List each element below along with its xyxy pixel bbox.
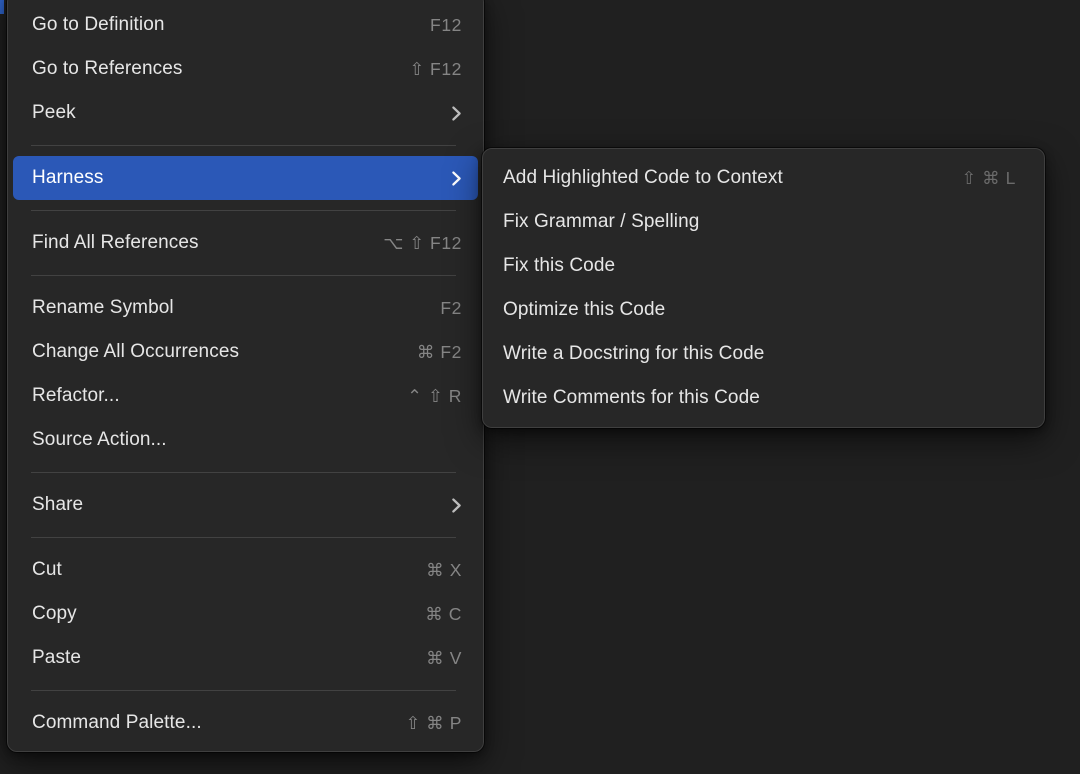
menu-separator bbox=[31, 472, 456, 473]
menu-item-shortcut: ⌘ C bbox=[425, 604, 462, 625]
menu-separator bbox=[31, 145, 456, 146]
submenu-chevron-icon bbox=[451, 105, 462, 122]
menu-item-label: Write a Docstring for this Code bbox=[503, 343, 764, 365]
menu-item-shortcut: ⌘ X bbox=[426, 560, 462, 581]
menu-item-optimize-this-code[interactable]: Optimize this Code bbox=[483, 288, 1044, 332]
menu-item-fix-grammar-spelling[interactable]: Fix Grammar / Spelling bbox=[483, 200, 1044, 244]
harness-submenu: Add Highlighted Code to Context ⇧ ⌘ L Fix … bbox=[482, 148, 1045, 428]
editor-context-menu: Go to Definition F12 Go to References ⇧ F12… bbox=[7, 0, 484, 752]
menu-item-shortcut: ⌃ ⇧ R bbox=[407, 386, 462, 407]
menu-item-label: Add Highlighted Code to Context bbox=[503, 167, 783, 189]
submenu-chevron-icon bbox=[451, 170, 462, 187]
background-selection-fragment bbox=[0, 0, 4, 14]
menu-separator bbox=[31, 690, 456, 691]
menu-item-source-action[interactable]: Source Action... bbox=[8, 418, 483, 462]
menu-item-refactor[interactable]: Refactor... ⌃ ⇧ R bbox=[8, 374, 483, 418]
screen: Go to Definition F12 Go to References ⇧ F12… bbox=[0, 0, 1080, 774]
menu-item-label: Fix Grammar / Spelling bbox=[503, 211, 699, 233]
menu-item-add-highlighted-code-to-context[interactable]: Add Highlighted Code to Context ⇧ ⌘ L bbox=[483, 156, 1044, 200]
menu-item-label: Copy bbox=[32, 603, 77, 625]
menu-separator bbox=[31, 210, 456, 211]
menu-item-label: Share bbox=[32, 494, 83, 516]
menu-item-label: Go to Definition bbox=[32, 14, 165, 36]
menu-item-go-to-references[interactable]: Go to References ⇧ F12 bbox=[8, 47, 483, 91]
menu-item-label: Peek bbox=[32, 102, 76, 124]
menu-item-harness[interactable]: Harness bbox=[13, 156, 478, 200]
menu-item-shortcut: ⌘ V bbox=[426, 648, 462, 669]
menu-item-copy[interactable]: Copy ⌘ C bbox=[8, 592, 483, 636]
menu-item-paste[interactable]: Paste ⌘ V bbox=[8, 636, 483, 680]
menu-item-write-a-docstring-for-this-code[interactable]: Write a Docstring for this Code bbox=[483, 332, 1044, 376]
submenu-chevron-icon bbox=[451, 497, 462, 514]
menu-item-label: Fix this Code bbox=[503, 255, 615, 277]
menu-item-label: Harness bbox=[32, 167, 103, 189]
menu-item-write-comments-for-this-code[interactable]: Write Comments for this Code bbox=[483, 376, 1044, 420]
menu-separator bbox=[31, 537, 456, 538]
menu-item-label: Cut bbox=[32, 559, 62, 581]
menu-item-shortcut: F12 bbox=[430, 15, 462, 36]
menu-item-label: Go to References bbox=[32, 58, 183, 80]
menu-item-shortcut: F2 bbox=[440, 298, 462, 319]
menu-item-find-all-references[interactable]: Find All References ⌥ ⇧ F12 bbox=[8, 221, 483, 265]
menu-item-rename-symbol[interactable]: Rename Symbol F2 bbox=[8, 286, 483, 330]
menu-item-shortcut: ⌥ ⇧ F12 bbox=[383, 233, 462, 254]
menu-item-go-to-definition[interactable]: Go to Definition F12 bbox=[8, 3, 483, 47]
menu-item-label: Source Action... bbox=[32, 429, 167, 451]
menu-item-change-all-occurrences[interactable]: Change All Occurrences ⌘ F2 bbox=[8, 330, 483, 374]
menu-item-shortcut: ⌘ F2 bbox=[417, 342, 462, 363]
menu-item-label: Paste bbox=[32, 647, 81, 669]
menu-item-shortcut: ⇧ F12 bbox=[409, 59, 462, 80]
menu-item-peek[interactable]: Peek bbox=[8, 91, 483, 135]
menu-item-label: Refactor... bbox=[32, 385, 120, 407]
menu-item-label: Command Palette... bbox=[32, 712, 202, 734]
menu-item-label: Change All Occurrences bbox=[32, 341, 239, 363]
menu-item-label: Find All References bbox=[32, 232, 199, 254]
menu-item-label: Rename Symbol bbox=[32, 297, 174, 319]
menu-item-share[interactable]: Share bbox=[8, 483, 483, 527]
menu-item-shortcut: ⇧ ⌘ P bbox=[405, 713, 462, 734]
menu-item-shortcut: ⇧ ⌘ L bbox=[961, 168, 1016, 189]
menu-item-command-palette[interactable]: Command Palette... ⇧ ⌘ P bbox=[8, 701, 483, 745]
menu-item-cut[interactable]: Cut ⌘ X bbox=[8, 548, 483, 592]
menu-item-fix-this-code[interactable]: Fix this Code bbox=[483, 244, 1044, 288]
menu-item-label: Write Comments for this Code bbox=[503, 387, 760, 409]
menu-separator bbox=[31, 275, 456, 276]
menu-item-label: Optimize this Code bbox=[503, 299, 665, 321]
